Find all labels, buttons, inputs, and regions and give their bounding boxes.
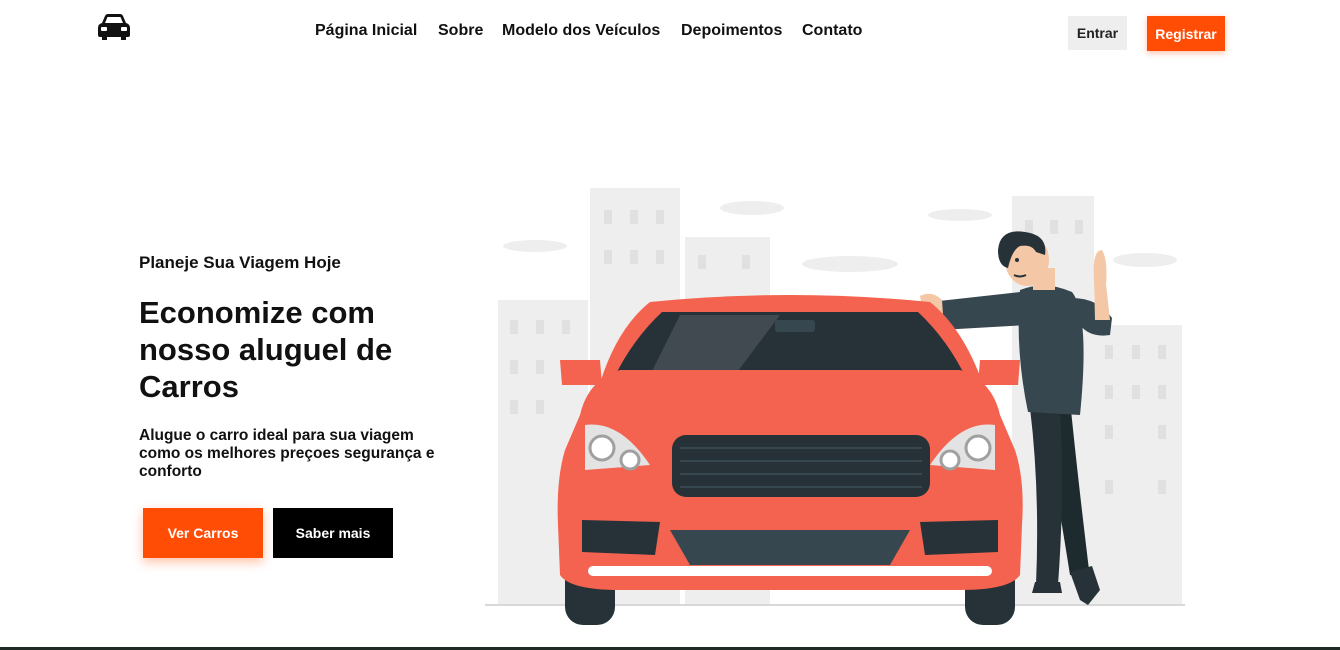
nav-testimonials-link[interactable]: Depoimentos <box>681 21 782 41</box>
view-cars-button[interactable]: Ver Carros <box>143 508 263 558</box>
nav-home-link[interactable]: Página Inicial <box>315 21 417 41</box>
nav-about-link[interactable]: Sobre <box>438 21 483 41</box>
hero-description: Alugue o carro ideal para sua viagem com… <box>139 427 435 480</box>
red-car <box>557 295 1023 625</box>
nav-vehicle-models-link[interactable]: Modelo dos Veículos <box>502 21 660 41</box>
register-button[interactable]: Registrar <box>1147 16 1225 51</box>
hero-title: Economize com nosso aluguel de Carros <box>139 295 393 404</box>
hero-illustration <box>485 188 1185 625</box>
nav-contact-link[interactable]: Contato <box>802 21 862 41</box>
login-button[interactable]: Entrar <box>1068 16 1127 50</box>
learn-more-button[interactable]: Saber mais <box>273 508 393 558</box>
hero-subtitle: Planeje Sua Viagem Hoje <box>139 253 341 272</box>
main-nav: Página Inicial Sobre Modelo dos Veículos… <box>0 21 1340 41</box>
